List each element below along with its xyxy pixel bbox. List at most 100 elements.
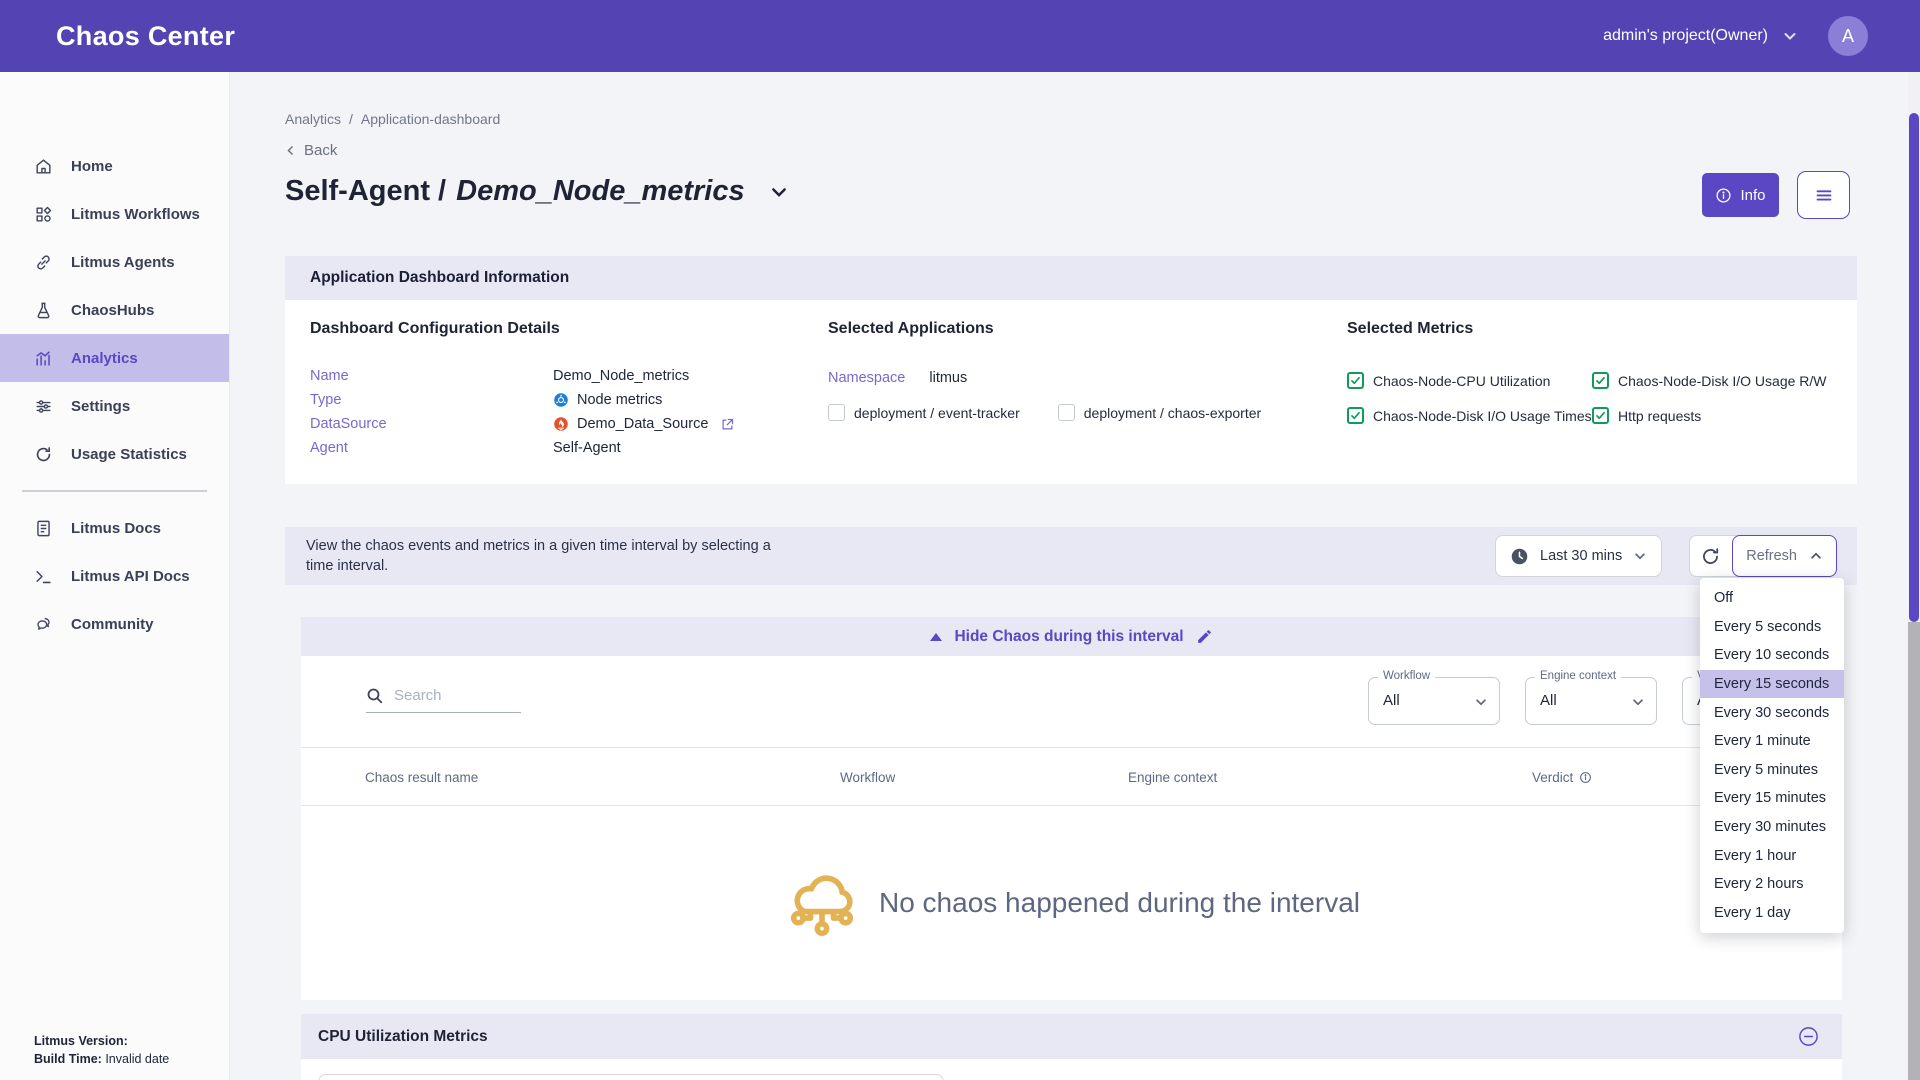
breadcrumb-analytics[interactable]: Analytics — [285, 111, 341, 127]
litmus-version-label: Litmus Version: — [34, 1034, 128, 1048]
sidebar-divider — [22, 490, 207, 492]
title-agent: Self-Agent / — [285, 175, 446, 208]
chevron-down-icon[interactable] — [1782, 28, 1798, 44]
dashboard-menu-button[interactable] — [1797, 171, 1850, 219]
empty-state: No chaos happened during the interval — [301, 806, 1842, 1000]
refresh-option[interactable]: Off — [1700, 584, 1844, 613]
edit-pencil-icon[interactable] — [1196, 628, 1213, 645]
refresh-option[interactable]: Every 1 hour — [1700, 841, 1844, 870]
sidebar-item-home[interactable]: Home — [0, 142, 229, 190]
refresh-option-selected[interactable]: Every 15 seconds — [1700, 670, 1844, 699]
sidebar-item-litmus-docs[interactable]: Litmus Docs — [0, 504, 229, 552]
metric-checkbox: Chaos-Node-Disk I/O Usage R/W — [1592, 372, 1827, 389]
chat-bubbles-icon — [34, 615, 53, 634]
sidebar-item-label: Litmus Workflows — [71, 206, 200, 223]
sidebar-item-litmus-api-docs[interactable]: Litmus API Docs — [0, 552, 229, 600]
search-icon — [366, 687, 384, 705]
info-button[interactable]: Info — [1702, 173, 1779, 217]
sliders-icon — [34, 397, 53, 416]
column-engine-context: Engine context — [1128, 770, 1217, 785]
metric-checkbox: Chaos-Node-Disk I/O Usage Times — [1347, 407, 1592, 424]
workflow-filter[interactable]: Workflow All — [1368, 677, 1500, 725]
checkbox-checked[interactable] — [1347, 372, 1364, 389]
engine-context-filter[interactable]: Engine context All — [1525, 677, 1657, 725]
refresh-option[interactable]: Every 30 seconds — [1700, 698, 1844, 727]
column-verdict: Verdict — [1532, 770, 1592, 785]
app-checkbox-event-tracker: deployment / event-tracker — [828, 404, 1020, 421]
refresh-interval-dropdown[interactable]: Refresh — [1732, 535, 1837, 577]
clock-icon — [1510, 547, 1529, 566]
table-header-row: Chaos result name Workflow Engine contex… — [301, 747, 1842, 806]
chart-container — [318, 1074, 944, 1080]
collapse-minus-icon[interactable] — [1797, 1025, 1820, 1048]
title-dashboard: Demo_Node_metrics — [456, 175, 745, 208]
main-content: Analytics / Application-dashboard Back S… — [230, 72, 1908, 1080]
hide-chaos-toggle[interactable]: Hide Chaos during this interval — [301, 617, 1842, 656]
refresh-option[interactable]: Every 1 minute — [1700, 727, 1844, 756]
sidebar-item-analytics[interactable]: Analytics — [0, 334, 229, 382]
sidebar-item-settings[interactable]: Settings — [0, 382, 229, 430]
refresh-option[interactable]: Every 30 minutes — [1700, 813, 1844, 842]
sidebar-item-label: Settings — [71, 398, 130, 415]
sidebar-item-community[interactable]: Community — [0, 600, 229, 648]
home-icon — [34, 157, 53, 176]
sidebar-item-litmus-workflows[interactable]: Litmus Workflows — [0, 190, 229, 238]
info-circle-icon[interactable] — [1579, 771, 1592, 784]
page-title: Self-Agent / Demo_Node_metrics — [285, 175, 789, 208]
sidebar: Home Litmus Workflows Litmus Agents Chao… — [0, 72, 230, 1080]
chevron-down-icon — [1631, 695, 1645, 709]
avatar[interactable]: A — [1828, 16, 1868, 56]
project-selector[interactable]: admin's project(Owner) — [1603, 27, 1768, 45]
checkbox-unchecked[interactable] — [1058, 404, 1075, 421]
refresh-option[interactable]: Every 5 minutes — [1700, 756, 1844, 785]
workflows-icon — [34, 205, 53, 224]
dashboard-switcher-chevron-icon[interactable] — [769, 182, 789, 202]
checkbox-checked[interactable] — [1347, 407, 1364, 424]
prometheus-icon — [553, 416, 569, 432]
chevron-left-icon — [284, 144, 297, 157]
sidebar-item-litmus-agents[interactable]: Litmus Agents — [0, 238, 229, 286]
info-icon — [1715, 187, 1732, 204]
checkbox-checked[interactable] — [1592, 407, 1609, 424]
flask-icon — [34, 301, 53, 320]
sidebar-item-label: Community — [71, 616, 154, 633]
external-link-icon[interactable] — [720, 417, 735, 432]
search-input[interactable] — [392, 686, 507, 705]
link-icon — [34, 253, 53, 272]
time-range-value: Last 30 mins — [1540, 548, 1622, 564]
panel-title: Application Dashboard Information — [285, 256, 1857, 300]
sidebar-item-label: Litmus Agents — [71, 254, 175, 271]
sidebar-item-usage-statistics[interactable]: Usage Statistics — [0, 430, 229, 478]
chevron-down-icon — [1633, 549, 1647, 563]
breadcrumb-current: Application-dashboard — [361, 111, 500, 127]
checkbox-unchecked[interactable] — [828, 404, 845, 421]
sidebar-item-label: Litmus Docs — [71, 520, 161, 537]
metric-checkbox: Chaos-Node-CPU Utilization — [1347, 372, 1592, 389]
chevron-up-icon — [1809, 549, 1823, 563]
breadcrumb: Analytics / Application-dashboard — [285, 111, 500, 127]
interval-bar: View the chaos events and metrics in a g… — [285, 527, 1857, 585]
applications-title: Selected Applications — [828, 320, 994, 338]
sidebar-footer: Litmus Version: Build Time: Invalid date — [34, 1032, 169, 1068]
sidebar-item-chaoshubs[interactable]: ChaosHubs — [0, 286, 229, 334]
refresh-icon — [1700, 546, 1721, 567]
dashboard-info-panel: Application Dashboard Information Dashbo… — [285, 256, 1857, 484]
refresh-option[interactable]: Every 5 seconds — [1700, 613, 1844, 642]
refresh-option[interactable]: Every 15 minutes — [1700, 784, 1844, 813]
config-row-agent: Agent Self-Agent — [310, 436, 735, 460]
checkbox-checked[interactable] — [1592, 372, 1609, 389]
sidebar-item-label: Analytics — [71, 350, 138, 367]
refresh-now-button[interactable] — [1690, 535, 1730, 577]
chaos-results-card: Workflow All Engine context All Verdict … — [301, 656, 1842, 1000]
chevron-down-icon — [1474, 695, 1488, 709]
scrollbar-thumb[interactable] — [1909, 113, 1919, 622]
time-range-select[interactable]: Last 30 mins — [1495, 535, 1662, 577]
build-time-label: Build Time: — [34, 1052, 102, 1066]
namespace-value: litmus — [929, 370, 967, 386]
cpu-metrics-panel: CPU Utilization Metrics — [301, 1014, 1842, 1080]
refresh-option[interactable]: Every 1 day — [1700, 899, 1844, 928]
back-button[interactable]: Back — [284, 142, 337, 159]
refresh-option[interactable]: Every 2 hours — [1700, 870, 1844, 899]
refresh-option[interactable]: Every 10 seconds — [1700, 641, 1844, 670]
refresh-interval-menu: Off Every 5 seconds Every 10 seconds Eve… — [1700, 578, 1844, 933]
